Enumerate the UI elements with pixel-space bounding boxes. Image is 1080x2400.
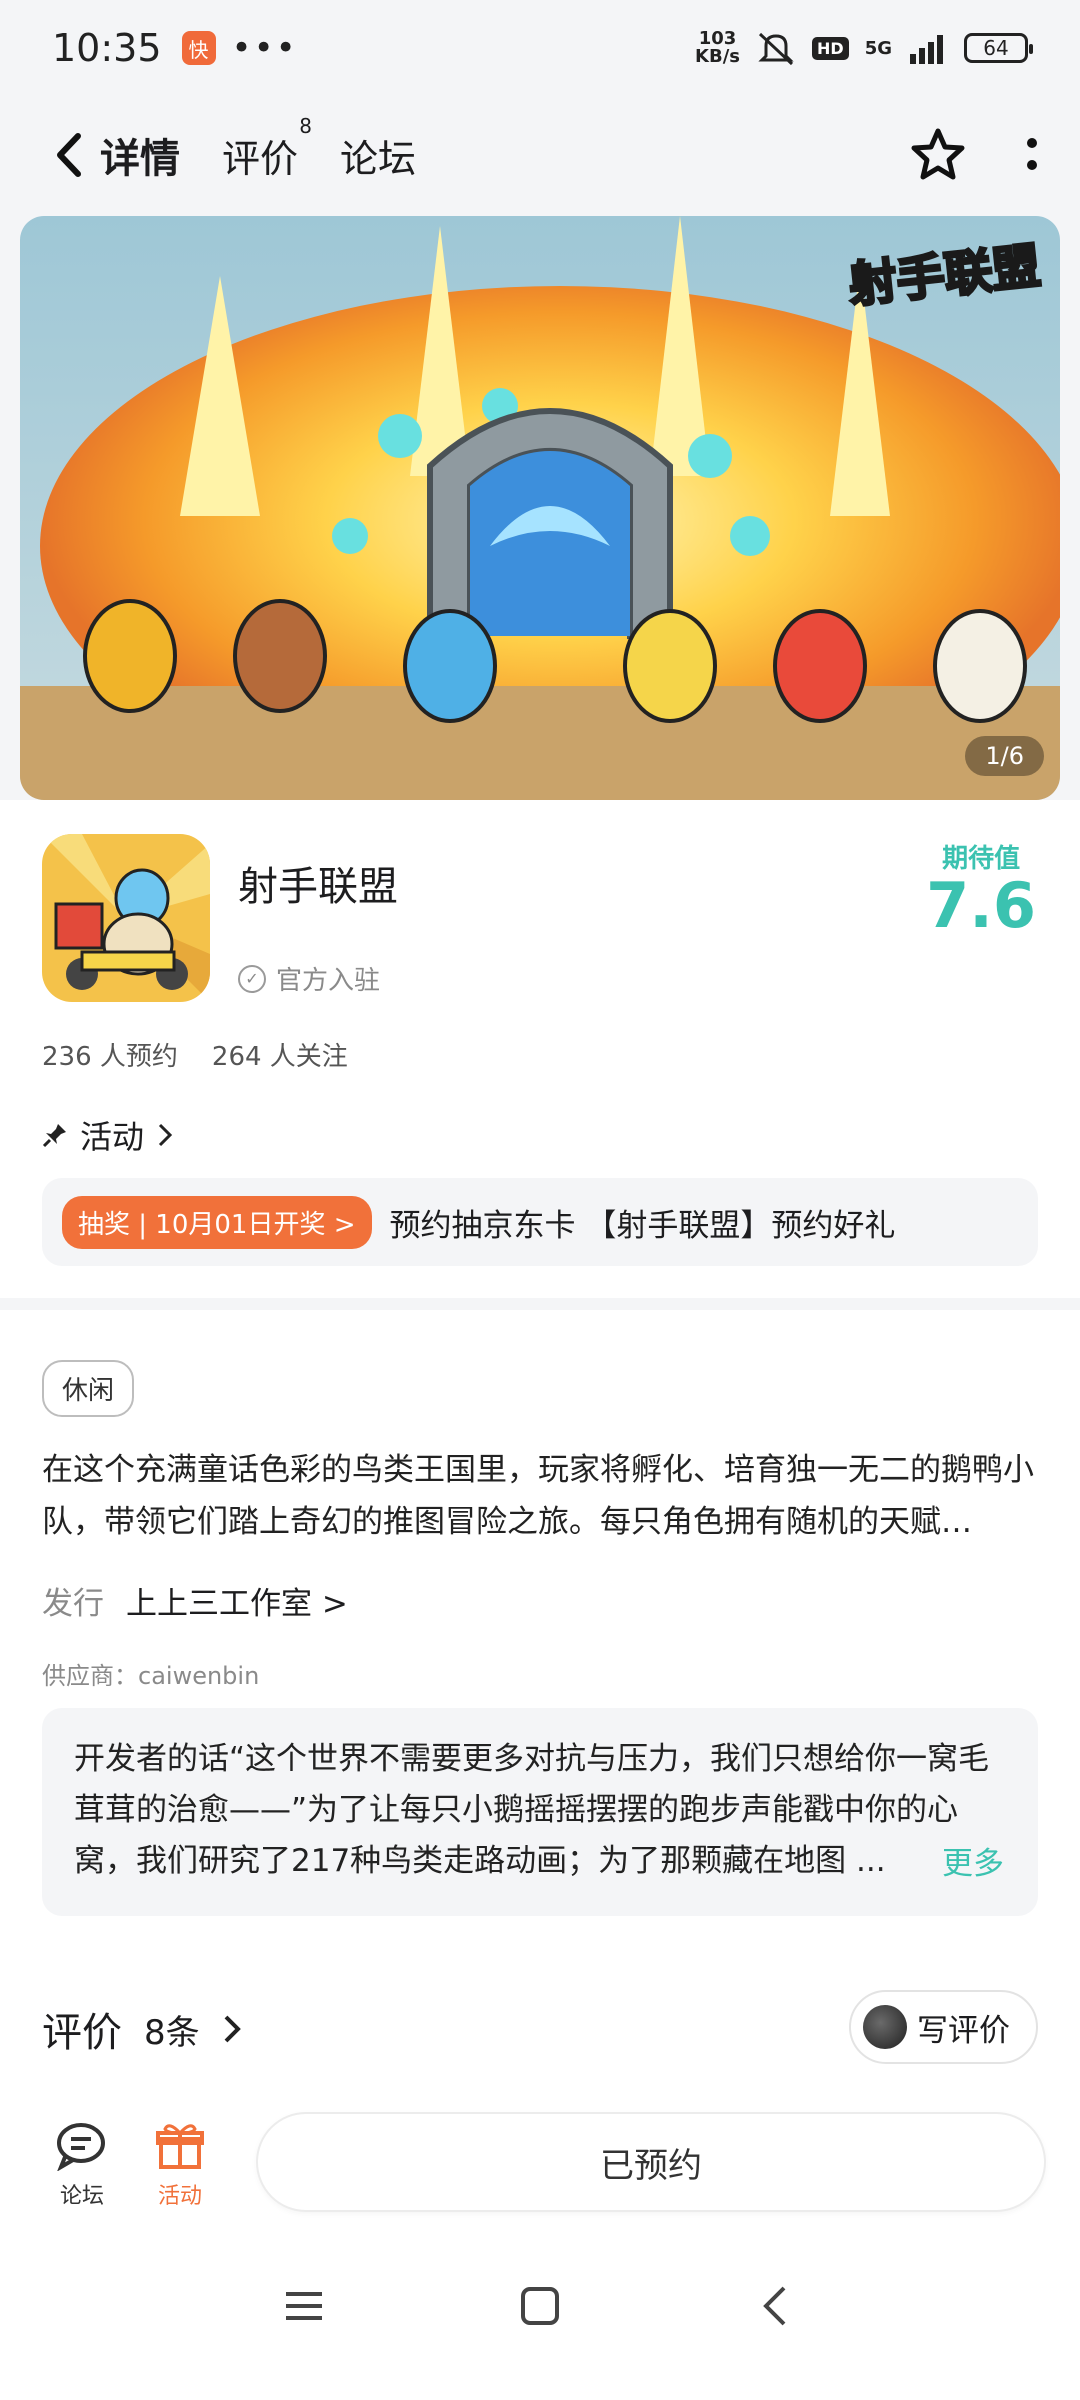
network-speed: 103 KB/s [695, 28, 741, 67]
app-icon [42, 834, 210, 1002]
publisher-name: 上上三工作室 > [126, 1586, 348, 1622]
signal-icon [910, 35, 943, 64]
reviews-badge: 8 [299, 113, 313, 138]
hd-badge: HD [812, 36, 849, 60]
publisher-row[interactable]: 发行 上上三工作室 > [42, 1578, 348, 1623]
mute-icon [758, 32, 794, 66]
reserved-button[interactable]: 已预约 [256, 2112, 1046, 2212]
system-nav-bar [0, 2230, 1080, 2400]
tab-forum[interactable]: 论坛 [340, 128, 416, 183]
forum-button[interactable]: 论坛 [32, 2114, 132, 2210]
tab-details[interactable]: 详情 [94, 126, 186, 186]
network-type: 5G [864, 37, 892, 59]
back-nav-icon[interactable] [756, 2286, 796, 2326]
activity-button[interactable]: 活动 [130, 2114, 230, 2210]
reviews-header[interactable]: 评价 8条 [42, 2000, 242, 2058]
more-link[interactable]: 更多 [932, 1839, 1004, 1890]
top-nav: 详情 评价 8 论坛 [0, 110, 1080, 200]
follower-count: 264 人关注 [211, 1042, 348, 1072]
check-circle-icon: ✓ [238, 964, 266, 993]
official-badge: ✓ 官方入驻 [238, 960, 380, 997]
notification-app-icon: 快 [181, 31, 216, 65]
description-card: 休闲 在这个充满童话色彩的鸟类王国里，玩家将孵化、培育独一无二的鹅鸭小队，带领它… [0, 1310, 1080, 2100]
avatar [863, 2005, 907, 2049]
activity-text: 预约抽京东卡 【射手联盟】预约好礼 [389, 1207, 896, 1244]
more-options-icon[interactable] [1024, 133, 1040, 177]
bottom-action-bar: 论坛 活动 已预约 [0, 2100, 1080, 2230]
battery-icon: 64 [964, 33, 1033, 63]
home-icon[interactable] [520, 2286, 560, 2326]
carousel-counter: 1/6 [965, 736, 1044, 776]
genre-tag[interactable]: 休闲 [42, 1360, 135, 1417]
game-description[interactable]: 在这个充满童话色彩的鸟类王国里，玩家将孵化、培育独一无二的鹅鸭小队，带领它们踏上… [42, 1444, 1038, 1548]
screenshot-carousel[interactable]: 射手联盟 1/6 [20, 216, 1060, 800]
write-review-button[interactable]: 写评价 [849, 1990, 1038, 2064]
tab-reviews[interactable]: 评价 8 [222, 114, 312, 183]
app-name: 射手联盟 [238, 864, 398, 910]
app-info-card: 射手联盟 ✓ 官方入驻 期待值 7.6 236 人预约 264 人关注 活动 抽… [0, 800, 1080, 1298]
expectation-rating: 期待值 7.6 [926, 844, 1036, 942]
star-icon[interactable] [908, 125, 968, 185]
chevron-right-icon [224, 2015, 241, 2043]
chevron-right-icon [158, 1123, 173, 1147]
status-time: 10:35 [52, 26, 162, 70]
pin-icon [42, 1124, 66, 1148]
supplier: 供应商：caiwenbin [42, 1662, 260, 1690]
gift-icon [156, 2124, 204, 2169]
status-bar: 10:35 快 ••• 103 KB/s HD 5G 64 [0, 0, 1080, 96]
back-button[interactable] [40, 130, 100, 180]
app-page: 10:35 快 ••• 103 KB/s HD 5G 64 详情 评价 8 论坛… [0, 0, 1080, 2400]
menu-icon[interactable] [284, 2286, 324, 2326]
lottery-tag: 抽奖 | 10月01日开奖 > [62, 1195, 372, 1249]
app-stats: 236 人预约 264 人关注 [42, 1036, 348, 1073]
reservation-count: 236 人预约 [42, 1042, 178, 1072]
developer-note[interactable]: 开发者的话“这个世界不需要更多对抗与压力，我们只想给你一窝毛茸茸的治愈——”为了… [42, 1708, 1038, 1916]
activity-header[interactable]: 活动 [42, 1112, 174, 1158]
chat-bubble-icon [57, 2123, 105, 2171]
more-notifications-icon: ••• [231, 28, 298, 68]
activity-banner[interactable]: 抽奖 | 10月01日开奖 > 预约抽京东卡 【射手联盟】预约好礼 [42, 1178, 1038, 1266]
review-count: 8条 [144, 2012, 200, 2053]
